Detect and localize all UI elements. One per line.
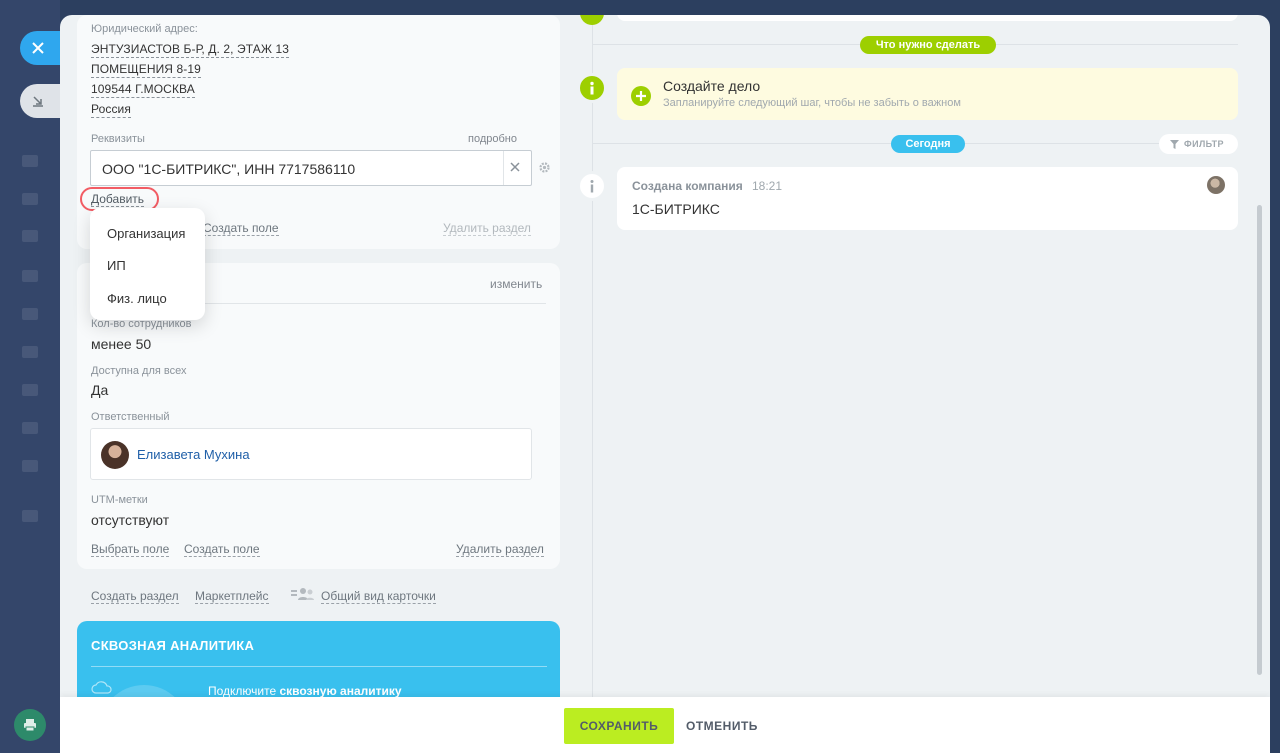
analytics-text: Подключите сквозную аналитику xyxy=(208,684,402,698)
create-task-card[interactable]: Создайте дело Запланируйте следующий шаг… xyxy=(617,68,1238,120)
author-avatar[interactable] xyxy=(1207,176,1225,194)
utm-label: UTM-метки xyxy=(91,494,148,506)
cancel-button[interactable]: ОТМЕНИТЬ xyxy=(686,708,758,744)
utm-value: отсутствуют xyxy=(91,512,170,528)
filter-label: ФИЛЬТР xyxy=(1184,139,1224,149)
menu-item-organization[interactable]: Организация xyxy=(107,226,185,241)
info-icon xyxy=(590,180,594,193)
footer-bar: СОХРАНИТЬ ОТМЕНИТЬ xyxy=(60,697,1270,753)
requisite-type-menu: Организация ИП Физ. лицо xyxy=(90,208,205,320)
avatar xyxy=(101,441,129,469)
clear-icon[interactable] xyxy=(508,160,522,174)
requisites-value: ООО "1С-БИТРИКС", ИНН 7717586110 xyxy=(102,161,356,177)
menu-icon[interactable] xyxy=(22,460,38,472)
menu-icon[interactable] xyxy=(22,308,38,320)
address-line[interactable]: ЭНТУЗИАСТОВ Б-Р, Д. 2, ЭТАЖ 13 xyxy=(91,42,290,58)
minimize-icon xyxy=(33,96,43,107)
filter-button[interactable]: ФИЛЬТР xyxy=(1159,134,1238,154)
minimize-slider-button[interactable] xyxy=(20,84,60,118)
close-slider-button[interactable] xyxy=(20,31,60,65)
menu-icon[interactable] xyxy=(22,155,38,167)
menu-icon[interactable] xyxy=(22,230,38,242)
marketplace-link[interactable]: Маркетплейс xyxy=(195,589,269,604)
plus-icon xyxy=(636,91,646,101)
edit-section-link[interactable]: изменить xyxy=(490,277,542,291)
timeline-card xyxy=(617,15,1238,21)
available-label: Доступна для всех xyxy=(91,365,187,377)
menu-item-ip[interactable]: ИП xyxy=(107,258,126,273)
address-line[interactable]: ПОМЕЩЕНИЯ 8-19 xyxy=(91,62,201,78)
entity-slider-panel: Юридический адрес: ЭНТУЗИАСТОВ Б-Р, Д. 2… xyxy=(60,15,1270,753)
today-badge: Сегодня xyxy=(891,135,965,153)
event-title: Создана компания xyxy=(632,179,743,193)
event-node xyxy=(577,171,607,201)
gear-icon[interactable] xyxy=(538,161,551,174)
menu-icon[interactable] xyxy=(22,510,38,522)
printer-icon xyxy=(24,719,36,732)
requisites-label: Реквизиты xyxy=(91,133,145,145)
requisites-divider xyxy=(503,151,504,185)
create-task-subtitle: Запланируйте следующий шаг, чтобы не заб… xyxy=(663,97,961,109)
responsible-person[interactable]: Елизавета Мухина xyxy=(90,428,532,480)
address-line[interactable]: 109544 Г.МОСКВА xyxy=(91,82,195,98)
app-sidebar xyxy=(0,0,60,753)
delete-section-link[interactable]: Удалить раздел xyxy=(456,542,544,557)
close-icon xyxy=(32,42,44,54)
create-section-link[interactable]: Создать раздел xyxy=(91,589,179,604)
choose-field-link[interactable]: Выбрать поле xyxy=(91,542,170,557)
menu-item-individual[interactable]: Физ. лицо xyxy=(107,291,167,306)
legal-address-label: Юридический адрес: xyxy=(91,23,198,35)
requisites-field[interactable]: ООО "1С-БИТРИКС", ИНН 7717586110 xyxy=(90,150,532,186)
menu-icon[interactable] xyxy=(22,270,38,282)
info-node xyxy=(577,73,607,103)
filter-icon xyxy=(1170,140,1179,149)
add-requisite-label: Добавить xyxy=(91,192,145,207)
available-value: Да xyxy=(91,382,109,398)
add-task-button[interactable] xyxy=(631,86,651,106)
create-field-link[interactable]: Создать поле xyxy=(203,221,279,236)
print-button[interactable] xyxy=(14,709,46,741)
address-line[interactable]: Россия xyxy=(91,102,131,118)
cloud-icon xyxy=(91,681,112,694)
responsible-label: Ответственный xyxy=(91,411,170,423)
requisites-details-link[interactable]: подробно xyxy=(468,133,517,145)
timeline-axis xyxy=(592,15,593,753)
employees-value: менее 50 xyxy=(91,336,152,352)
analytics-title: СКВОЗНАЯ АНАЛИТИКА xyxy=(91,638,255,653)
save-button[interactable]: СОХРАНИТЬ xyxy=(564,708,674,744)
delete-section-link[interactable]: Удалить раздел xyxy=(443,221,531,236)
event-card: Создана компания 18:21 1С-БИТРИКС xyxy=(617,167,1238,230)
event-body: 1С-БИТРИКС xyxy=(632,201,720,217)
event-time: 18:21 xyxy=(752,179,783,193)
menu-icon[interactable] xyxy=(22,346,38,358)
menu-icon[interactable] xyxy=(22,422,38,434)
info-icon xyxy=(590,81,594,95)
users-icon xyxy=(291,588,314,600)
menu-icon[interactable] xyxy=(22,193,38,205)
create-field-link[interactable]: Создать поле xyxy=(184,542,260,557)
todo-badge: Что нужно сделать xyxy=(860,36,996,54)
create-task-title[interactable]: Создайте дело xyxy=(663,78,760,94)
common-view-link[interactable]: Общий вид карточки xyxy=(321,589,436,604)
responsible-name[interactable]: Елизавета Мухина xyxy=(137,447,250,462)
scrollbar[interactable] xyxy=(1257,205,1262,675)
menu-icon[interactable] xyxy=(22,384,38,396)
analytics-divider xyxy=(91,666,547,667)
timeline-node xyxy=(580,15,604,25)
